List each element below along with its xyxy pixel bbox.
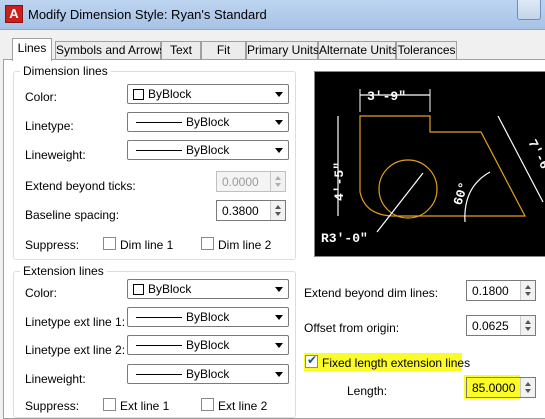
- chevron-down-icon: [275, 315, 283, 320]
- lines-tab-panel: Dimension lines Color: ByBlock Linetype:…: [3, 59, 545, 419]
- suppress-dim-line-1-checkbox[interactable]: [103, 237, 116, 250]
- dim-lineweight-label: Lineweight:: [25, 148, 86, 162]
- suppress-dim-line-2-checkbox[interactable]: [201, 237, 214, 250]
- spinner-arrows-icon[interactable]: [520, 281, 535, 300]
- color-swatch-icon: [133, 89, 144, 100]
- extension-lines-group: Extension lines Color: ByBlock Linetype …: [13, 264, 296, 418]
- offset-from-origin-value: 0.0625: [472, 319, 509, 333]
- tab-alternate-units[interactable]: Alternate Units: [318, 41, 398, 60]
- autocad-app-icon[interactable]: A: [5, 5, 23, 23]
- ext-linetype2-value: ByBlock: [186, 338, 230, 352]
- chevron-down-icon: [275, 343, 283, 348]
- tab-lines[interactable]: Lines: [12, 38, 52, 61]
- fixed-length-extension-lines-label[interactable]: Fixed length extension lines: [322, 356, 470, 370]
- dimension-style-preview: 3'-9" 4'-5" 7'-6" 60° R3'-0": [314, 71, 545, 257]
- ext-color-value: ByBlock: [148, 282, 192, 296]
- preview-circle: [378, 159, 438, 219]
- ext-linetype1-value: ByBlock: [186, 310, 230, 324]
- spinner-arrows-icon[interactable]: [270, 201, 285, 220]
- angle-dim-text: 60°: [451, 180, 472, 207]
- ext-lineweight-value: ByBlock: [186, 367, 230, 381]
- suppress-ext-line-1-label[interactable]: Ext line 1: [120, 399, 169, 413]
- dim-linetype-label: Linetype:: [25, 119, 74, 133]
- tab-symbols-and-arrows[interactable]: Symbols and Arrows: [55, 41, 165, 60]
- tab-bar: Lines Symbols and Arrows Text Fit Primar…: [0, 38, 545, 61]
- ext-color-label: Color:: [25, 286, 58, 300]
- close-button[interactable]: [517, 0, 541, 20]
- suppress-ext-line-2-checkbox[interactable]: [201, 398, 214, 411]
- dim-color-dropdown[interactable]: ByBlock: [127, 84, 289, 104]
- extend-beyond-ticks-label: Extend beyond ticks:: [25, 179, 136, 193]
- offset-from-origin-spinner[interactable]: 0.0625: [466, 315, 536, 336]
- tab-fit[interactable]: Fit: [201, 41, 246, 60]
- baseline-spacing-spinner[interactable]: 0.3800: [216, 200, 286, 221]
- angle-dim-arc: [464, 171, 491, 223]
- dimension-lines-title: Dimension lines: [20, 64, 111, 78]
- dim-linetype-dropdown[interactable]: ByBlock: [127, 112, 289, 132]
- radius-leader-line: [376, 172, 424, 233]
- tab-text[interactable]: Text: [161, 41, 201, 60]
- extension-lines-title: Extension lines: [20, 264, 107, 278]
- baseline-spacing-label: Baseline spacing:: [25, 208, 120, 222]
- radius-dim-text: R3'-0": [321, 231, 368, 246]
- spinner-arrows-icon[interactable]: [270, 172, 285, 191]
- extend-beyond-dim-lines-spinner[interactable]: 0.1800: [466, 280, 536, 301]
- lineweight-sample-icon: [136, 374, 182, 375]
- dim-color-value: ByBlock: [148, 87, 192, 101]
- tab-tolerances[interactable]: Tolerances: [396, 41, 457, 60]
- extend-beyond-ticks-spinner[interactable]: 0.0000: [216, 171, 286, 192]
- dim-linetype-value: ByBlock: [186, 115, 230, 129]
- spinner-arrows-icon[interactable]: [520, 378, 535, 397]
- ext-color-dropdown[interactable]: ByBlock: [127, 279, 289, 299]
- ext-linetype2-dropdown[interactable]: ByBlock: [127, 335, 289, 355]
- spinner-arrows-icon[interactable]: [520, 316, 535, 335]
- length-value: 85.0000: [472, 381, 516, 395]
- dim-suppress-label: Suppress:: [25, 238, 80, 252]
- extend-beyond-dim-lines-label: Extend beyond dim lines:: [304, 286, 439, 300]
- chevron-down-icon: [275, 372, 283, 377]
- preview-drawing: 3'-9" 4'-5" 7'-6" 60° R3'-0": [321, 89, 545, 246]
- length-spinner[interactable]: 85.0000: [466, 377, 536, 398]
- chevron-down-icon: [275, 287, 283, 292]
- fixed-length-extension-lines-checkbox[interactable]: ✔: [305, 353, 318, 368]
- ext-lineweight-dropdown[interactable]: ByBlock: [127, 364, 289, 384]
- title-bar: A Modify Dimension Style: Ryan's Standar…: [0, 0, 545, 30]
- baseline-spacing-value: 0.3800: [222, 204, 259, 218]
- suppress-ext-line-1-checkbox[interactable]: [103, 398, 116, 411]
- ext-linetype1-label: Linetype ext line 1:: [25, 315, 126, 329]
- offset-from-origin-label: Offset from origin:: [304, 321, 400, 335]
- dim-color-label: Color:: [25, 90, 58, 104]
- suppress-ext-line-2-label[interactable]: Ext line 2: [218, 399, 267, 413]
- chevron-down-icon: [275, 120, 283, 125]
- linetype-sample-icon: [136, 122, 182, 123]
- color-swatch-icon: [133, 284, 144, 295]
- lineweight-sample-icon: [136, 150, 182, 151]
- ext-linetype1-dropdown[interactable]: ByBlock: [127, 307, 289, 327]
- linetype-sample-icon: [136, 345, 182, 346]
- ext-suppress-label: Suppress:: [25, 399, 80, 413]
- extend-beyond-dim-lines-value: 0.1800: [472, 284, 509, 298]
- suppress-dim-line-2-label[interactable]: Dim line 2: [218, 238, 271, 252]
- chevron-down-icon: [275, 148, 283, 153]
- preview-shape-outline: [359, 115, 526, 217]
- checkmark-icon: ✔: [307, 353, 318, 367]
- linetype-sample-icon: [136, 317, 182, 318]
- window-title: Modify Dimension Style: Ryan's Standard: [28, 7, 267, 22]
- suppress-dim-line-1-label[interactable]: Dim line 1: [120, 238, 173, 252]
- chevron-down-icon: [275, 92, 283, 97]
- length-label: Length:: [347, 384, 388, 398]
- dimension-lines-group: Dimension lines Color: ByBlock Linetype:…: [13, 64, 296, 260]
- top-dim-text: 3'-9": [367, 89, 406, 104]
- tab-primary-units[interactable]: Primary Units: [246, 41, 319, 60]
- dim-lineweight-dropdown[interactable]: ByBlock: [127, 140, 289, 160]
- left-dim-text: 4'-5": [332, 162, 347, 201]
- dim-lineweight-value: ByBlock: [186, 143, 230, 157]
- extend-beyond-ticks-value: 0.0000: [222, 175, 259, 189]
- ext-lineweight-label: Lineweight:: [25, 372, 86, 386]
- ext-linetype2-label: Linetype ext line 2:: [25, 343, 126, 357]
